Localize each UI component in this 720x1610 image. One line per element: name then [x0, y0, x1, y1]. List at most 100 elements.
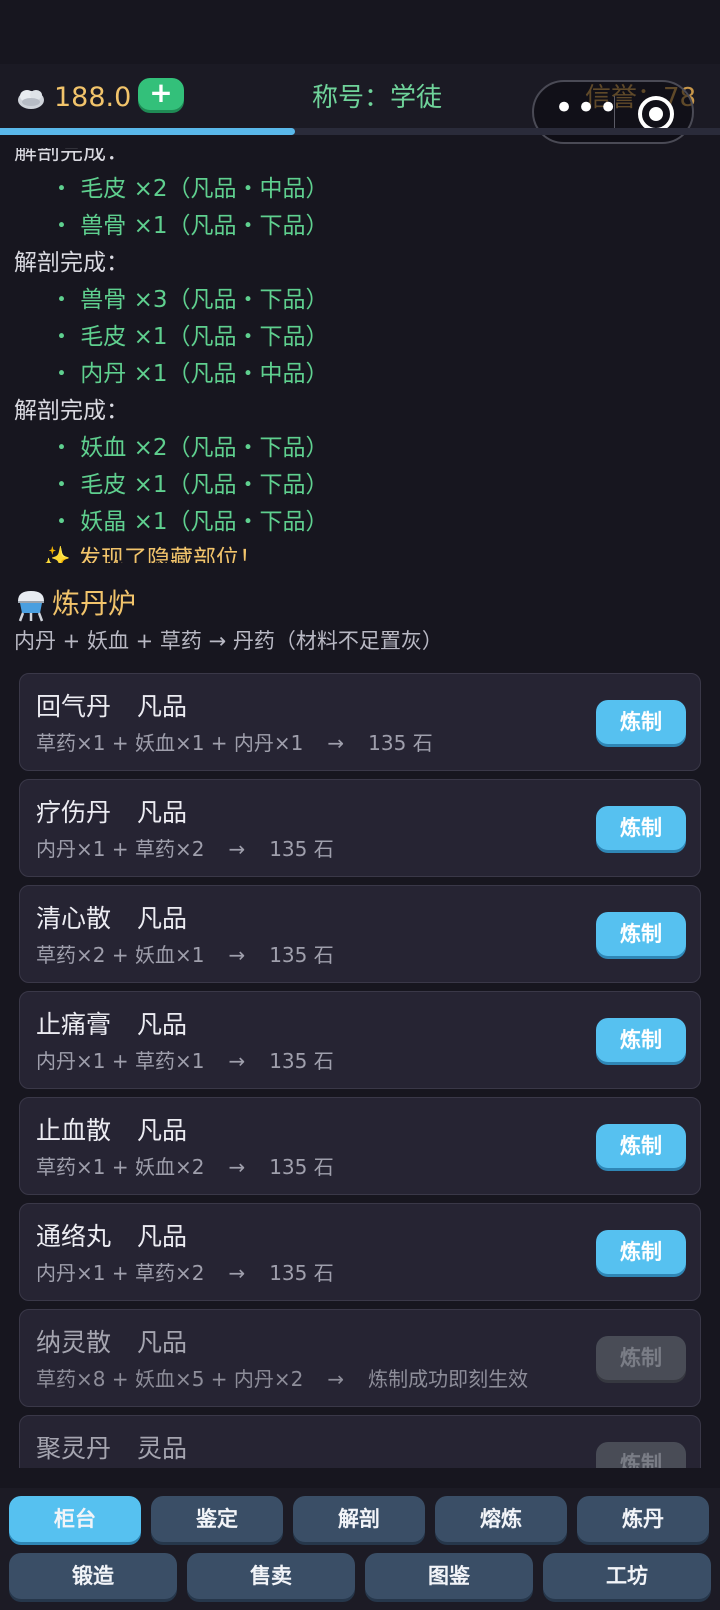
recipe-inputs: 内丹×1 + 草药×2 — [36, 1261, 205, 1285]
log-heading: 解剖完成： — [14, 148, 129, 165]
log-heading: 解剖完成： — [14, 398, 129, 424]
recipe-grade: 凡品 — [137, 692, 188, 721]
recipe-formula: 草药×8 + 妖血×5 + 内丹×2 → 炼制成功即刻生效 — [36, 1364, 528, 1394]
player-title: 称号：学徒 — [312, 83, 443, 113]
progress-bar-fill — [0, 128, 296, 135]
capsule-divider — [614, 96, 615, 130]
refine-button[interactable]: 炼制 — [596, 700, 686, 744]
nav-tab[interactable]: 工坊 — [543, 1553, 711, 1599]
recipe-name: 清心散 凡品 — [36, 902, 187, 936]
recipe-output: 135 石 — [269, 943, 334, 967]
recipe-formula: 草药×2 + 妖血×1 → 135 石 — [36, 940, 334, 970]
recipe-output: 135 石 — [269, 1261, 334, 1285]
log-item: ・ 兽骨 ×1（凡品・下品） — [50, 213, 329, 239]
recipe-grade: 凡品 — [137, 1328, 188, 1357]
recipe-name: 通络丸 凡品 — [36, 1220, 187, 1254]
alchemy-flask-icon — [18, 591, 44, 622]
recipe-card: 疗伤丹 凡品内丹×1 + 草药×2 → 135 石 炼制 — [19, 779, 701, 877]
refine-button[interactable]: 炼制 — [596, 1124, 686, 1168]
recipe-card: 纳灵散 凡品草药×8 + 妖血×5 + 内丹×2 → 炼制成功即刻生效 炼制 — [19, 1309, 701, 1407]
recipe-formula: 内丹×1 + 草药×1 → 135 石 — [36, 1046, 334, 1076]
refine-button[interactable]: 炼制 — [596, 1018, 686, 1062]
refine-button: 炼制 — [596, 1442, 686, 1468]
nav-tab[interactable]: 解剖 — [293, 1496, 425, 1542]
furnace-section-title: 炼丹炉 — [14, 584, 136, 624]
recipe-formula: 内丹×1 + 草药×2 → 135 石 — [36, 834, 334, 864]
spirit-stone-icon — [18, 90, 44, 109]
recipe-card: 止血散 凡品草药×1 + 妖血×2 → 135 石 炼制 — [19, 1097, 701, 1195]
recipe-output: 135 石 — [269, 1155, 334, 1179]
recipe-card: 回气丹 凡品草药×1 + 妖血×1 + 内丹×1 → 135 石 炼制 — [19, 673, 701, 771]
recipe-grade: 凡品 — [137, 904, 188, 933]
log-bonus-message: ✨ 发现了隐藏部位！ — [42, 546, 262, 563]
recipe-card: 清心散 凡品草药×2 + 妖血×1 → 135 石 炼制 — [19, 885, 701, 983]
recipe-title: 回气丹 — [36, 692, 112, 721]
arrow-right-icon: → — [327, 731, 345, 755]
recipe-output: 135 石 — [269, 837, 334, 861]
recipe-grade: 凡品 — [137, 798, 188, 827]
dissection-log: 解剖完成： ・ 毛皮 ×2（凡品・中品） ・ 兽骨 ×1（凡品・下品） 解剖完成： ・ … — [0, 148, 720, 563]
recipe-card: 止痛膏 凡品内丹×1 + 草药×1 → 135 石 炼制 — [19, 991, 701, 1089]
refine-button[interactable]: 炼制 — [596, 1230, 686, 1274]
log-item: ・ 兽骨 ×3（凡品・下品） — [50, 287, 329, 313]
recipe-name: 回气丹 凡品 — [36, 690, 187, 724]
recipe-title: 疗伤丹 — [36, 798, 112, 827]
recipe-name: 止血散 凡品 — [36, 1114, 187, 1148]
recipe-inputs: 内丹×1 + 草药×2 — [36, 837, 205, 861]
nav-tab[interactable]: 锻造 — [9, 1553, 177, 1599]
refine-button[interactable]: 炼制 — [596, 806, 686, 850]
recipe-formula: 草药×1 + 妖血×1 + 内丹×1 → 135 石 — [36, 728, 433, 758]
recipe-name: 聚灵丹 灵品 — [36, 1432, 187, 1466]
furnace-title: 炼丹炉 — [52, 587, 137, 620]
nav-tab[interactable]: 柜台 — [9, 1496, 141, 1542]
recipe-output: 135 石 — [269, 1049, 334, 1073]
log-item: ・ 妖晶 ×1（凡品・下品） — [50, 509, 329, 535]
arrow-right-icon: → — [228, 1155, 246, 1179]
recipe-card: 通络丸 凡品内丹×1 + 草药×2 → 135 石 炼制 — [19, 1203, 701, 1301]
recipe-output: 135 石 — [368, 731, 433, 755]
arrow-right-icon: → — [228, 1049, 246, 1073]
recipe-inputs: 草药×8 + 妖血×5 + 内丹×2 — [36, 1367, 304, 1391]
log-item: ・ 内丹 ×1（凡品・中品） — [50, 361, 329, 387]
recipe-list: 回气丹 凡品 草药×1 + 妖血×1 + 内丹×1 → 135 石炼制 疗伤丹 凡品 内丹×1… — [19, 673, 701, 1468]
recipe-inputs: 草药×1 + 妖血×1 + 内丹×1 — [36, 731, 304, 755]
recipe-formula: 内丹×1 + 草药×2 → 135 石 — [36, 1258, 334, 1288]
nav-tab[interactable]: 炼丹 — [577, 1496, 709, 1542]
recipe-grade: 凡品 — [137, 1116, 188, 1145]
recipe-title: 聚灵丹 — [36, 1434, 112, 1463]
recipe-inputs: 草药×1 + 妖血×2 — [36, 1155, 205, 1179]
log-item: ・ 毛皮 ×2（凡品・中品） — [50, 176, 329, 202]
log-item: ・ 妖血 ×2（凡品・下品） — [50, 435, 329, 461]
more-menu-button[interactable]: ••• — [554, 91, 618, 128]
recipe-grade: 凡品 — [137, 1010, 188, 1039]
log-item: ・ 毛皮 ×1（凡品・下品） — [50, 324, 329, 350]
arrow-right-icon: → — [327, 1367, 345, 1391]
recipe-inputs: 内丹×1 + 草药×1 — [36, 1049, 205, 1073]
recipe-grade: 凡品 — [137, 1222, 188, 1251]
recipe-formula: 草药×1 + 妖血×2 → 135 石 — [36, 1152, 334, 1182]
log-heading: 解剖完成： — [14, 250, 129, 276]
recipe-name: 止痛膏 凡品 — [36, 1008, 187, 1042]
target-icon[interactable] — [638, 96, 674, 132]
refine-button[interactable]: 炼制 — [596, 912, 686, 956]
recipe-title: 止血散 — [36, 1116, 112, 1145]
nav-tab[interactable]: 售卖 — [187, 1553, 355, 1599]
recipe-title: 清心散 — [36, 904, 112, 933]
recipe-title: 纳灵散 — [36, 1328, 112, 1357]
recipe-output: 炼制成功即刻生效 — [368, 1367, 529, 1391]
arrow-right-icon: → — [228, 943, 246, 967]
bottom-navigation: 柜台 鉴定 解剖 熔炼 炼丹锻造 售卖 图鉴 工坊 — [0, 1488, 720, 1610]
recipe-card: 聚灵丹 灵品 炼制 — [19, 1415, 701, 1468]
recipe-grade: 灵品 — [137, 1434, 188, 1463]
add-stones-button[interactable]: + — [138, 78, 184, 110]
nav-tab[interactable]: 鉴定 — [151, 1496, 283, 1542]
furnace-subtitle: 内丹 + 妖血 + 草药 → 丹药（材料不足置灰） — [14, 629, 443, 653]
recipe-name: 纳灵散 凡品 — [36, 1326, 187, 1360]
nav-tab[interactable]: 图鉴 — [365, 1553, 533, 1599]
progress-bar — [0, 128, 720, 135]
log-item: ・ 毛皮 ×1（凡品・下品） — [50, 472, 329, 498]
recipe-inputs: 草药×2 + 妖血×1 — [36, 943, 205, 967]
nav-tab[interactable]: 熔炼 — [435, 1496, 567, 1542]
arrow-right-icon: → — [228, 1261, 246, 1285]
refine-button: 炼制 — [596, 1336, 686, 1380]
